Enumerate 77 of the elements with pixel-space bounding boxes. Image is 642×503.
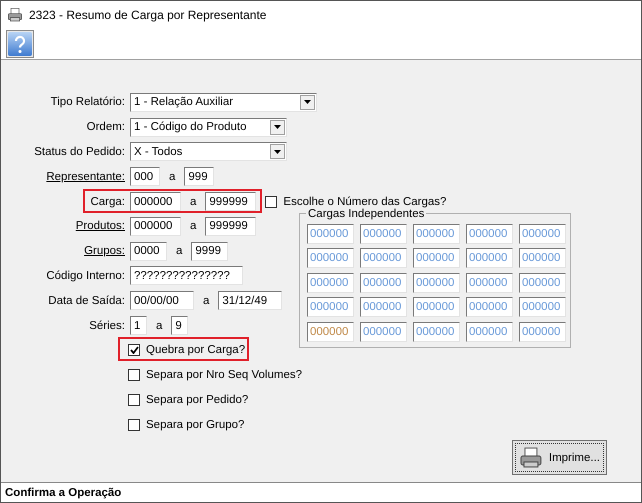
- input-field[interactable]: 000000: [307, 297, 354, 318]
- input-field[interactable]: 000000: [360, 322, 407, 342]
- dropdown-value: 1 - Relação Auxiliar: [134, 96, 234, 108]
- input-field[interactable]: 999: [184, 167, 214, 186]
- checkbox[interactable]: [128, 344, 140, 356]
- range-separator: a: [202, 294, 210, 307]
- input-field[interactable]: 000000: [413, 248, 460, 268]
- input-field[interactable]: 000000: [466, 248, 513, 268]
- input-field[interactable]: 000000: [307, 248, 354, 268]
- field-label: Grupos:: [83, 245, 125, 258]
- input-field[interactable]: 9: [171, 316, 188, 336]
- dropdown-value: 1 - Código do Produto: [134, 121, 247, 134]
- range-separator: a: [189, 220, 198, 232]
- input-field[interactable]: 000000: [519, 224, 566, 244]
- input-field[interactable]: 000000: [519, 272, 566, 293]
- range-separator: a: [175, 245, 184, 258]
- group-title: Cargas Independentes: [307, 208, 426, 220]
- checkbox-label: Separa por Pedido?: [146, 394, 248, 406]
- input-field[interactable]: 000000: [360, 297, 407, 318]
- field-label: Tipo Relatório:: [50, 96, 125, 108]
- checkbox[interactable]: [128, 418, 140, 431]
- input-field[interactable]: 000000: [519, 297, 566, 318]
- input-field[interactable]: 000000: [130, 216, 181, 236]
- input-field[interactable]: 000000: [307, 322, 354, 342]
- input-field[interactable]: ???????????????: [130, 266, 243, 286]
- input-field[interactable]: 00/00/00: [130, 291, 194, 310]
- field-label: Ordem:: [86, 121, 125, 134]
- field-label: Carga:: [89, 196, 125, 208]
- help-button[interactable]: [6, 30, 34, 58]
- input-field[interactable]: 000000: [360, 224, 407, 244]
- input-field[interactable]: 000000: [130, 192, 181, 212]
- dropdown[interactable]: X - Todos: [130, 142, 287, 162]
- checkbox-label: Separa por Grupo?: [146, 418, 244, 431]
- field-label: Data de Saída:: [47, 294, 125, 307]
- dropdown[interactable]: 1 - Código do Produto: [130, 118, 287, 137]
- input-field[interactable]: 000000: [413, 297, 460, 318]
- window-title: 2323 - Resumo de Carga por Representante: [29, 8, 266, 22]
- checkbox[interactable]: [265, 196, 278, 208]
- input-field[interactable]: 000000: [519, 248, 566, 268]
- field-label: Status do Pedido:: [33, 146, 125, 158]
- input-field[interactable]: 000000: [413, 322, 460, 342]
- input-field[interactable]: 31/12/49: [218, 291, 282, 310]
- range-separator: a: [155, 320, 164, 332]
- field-label: Séries:: [88, 320, 125, 332]
- input-field[interactable]: 000000: [360, 272, 407, 293]
- input-field[interactable]: 1: [130, 316, 147, 336]
- input-field[interactable]: 000000: [360, 248, 407, 268]
- printer-icon: [7, 6, 23, 22]
- input-field[interactable]: 000000: [413, 224, 460, 244]
- checkbox[interactable]: [128, 394, 140, 406]
- checkbox-label: Separa por Nro Seq Volumes?: [146, 369, 302, 382]
- status-text: Confirma a Operação: [5, 486, 122, 498]
- input-field[interactable]: 000000: [413, 272, 460, 293]
- input-field[interactable]: 000000: [466, 297, 513, 318]
- field-label: Representante:: [45, 170, 125, 183]
- print-button[interactable]: Imprime...: [512, 440, 607, 476]
- input-field[interactable]: 000000: [466, 322, 513, 342]
- checkbox-label: Escolhe o Número das Cargas?: [283, 196, 446, 208]
- input-field[interactable]: 000: [130, 167, 160, 186]
- range-separator: a: [189, 196, 198, 208]
- input-field[interactable]: 000000: [307, 224, 354, 244]
- input-field[interactable]: 000000: [519, 322, 566, 342]
- checkbox[interactable]: [128, 369, 140, 382]
- input-field[interactable]: 0000: [130, 242, 167, 261]
- input-field[interactable]: 9999: [191, 242, 228, 261]
- input-field[interactable]: 000000: [466, 272, 513, 293]
- range-separator: a: [168, 170, 176, 183]
- input-field[interactable]: 999999: [205, 216, 256, 236]
- dropdown[interactable]: 1 - Relação Auxiliar: [130, 92, 317, 112]
- dropdown-value: X - Todos: [134, 146, 182, 158]
- input-field[interactable]: 000000: [466, 224, 513, 244]
- input-field[interactable]: 999999: [205, 192, 256, 212]
- field-label: Produtos:: [74, 220, 125, 232]
- field-label: Código Interno:: [45, 270, 125, 282]
- checkbox-label: Quebra por Carga?: [146, 344, 246, 356]
- help-icon: [8, 32, 32, 56]
- input-field[interactable]: 000000: [307, 272, 354, 293]
